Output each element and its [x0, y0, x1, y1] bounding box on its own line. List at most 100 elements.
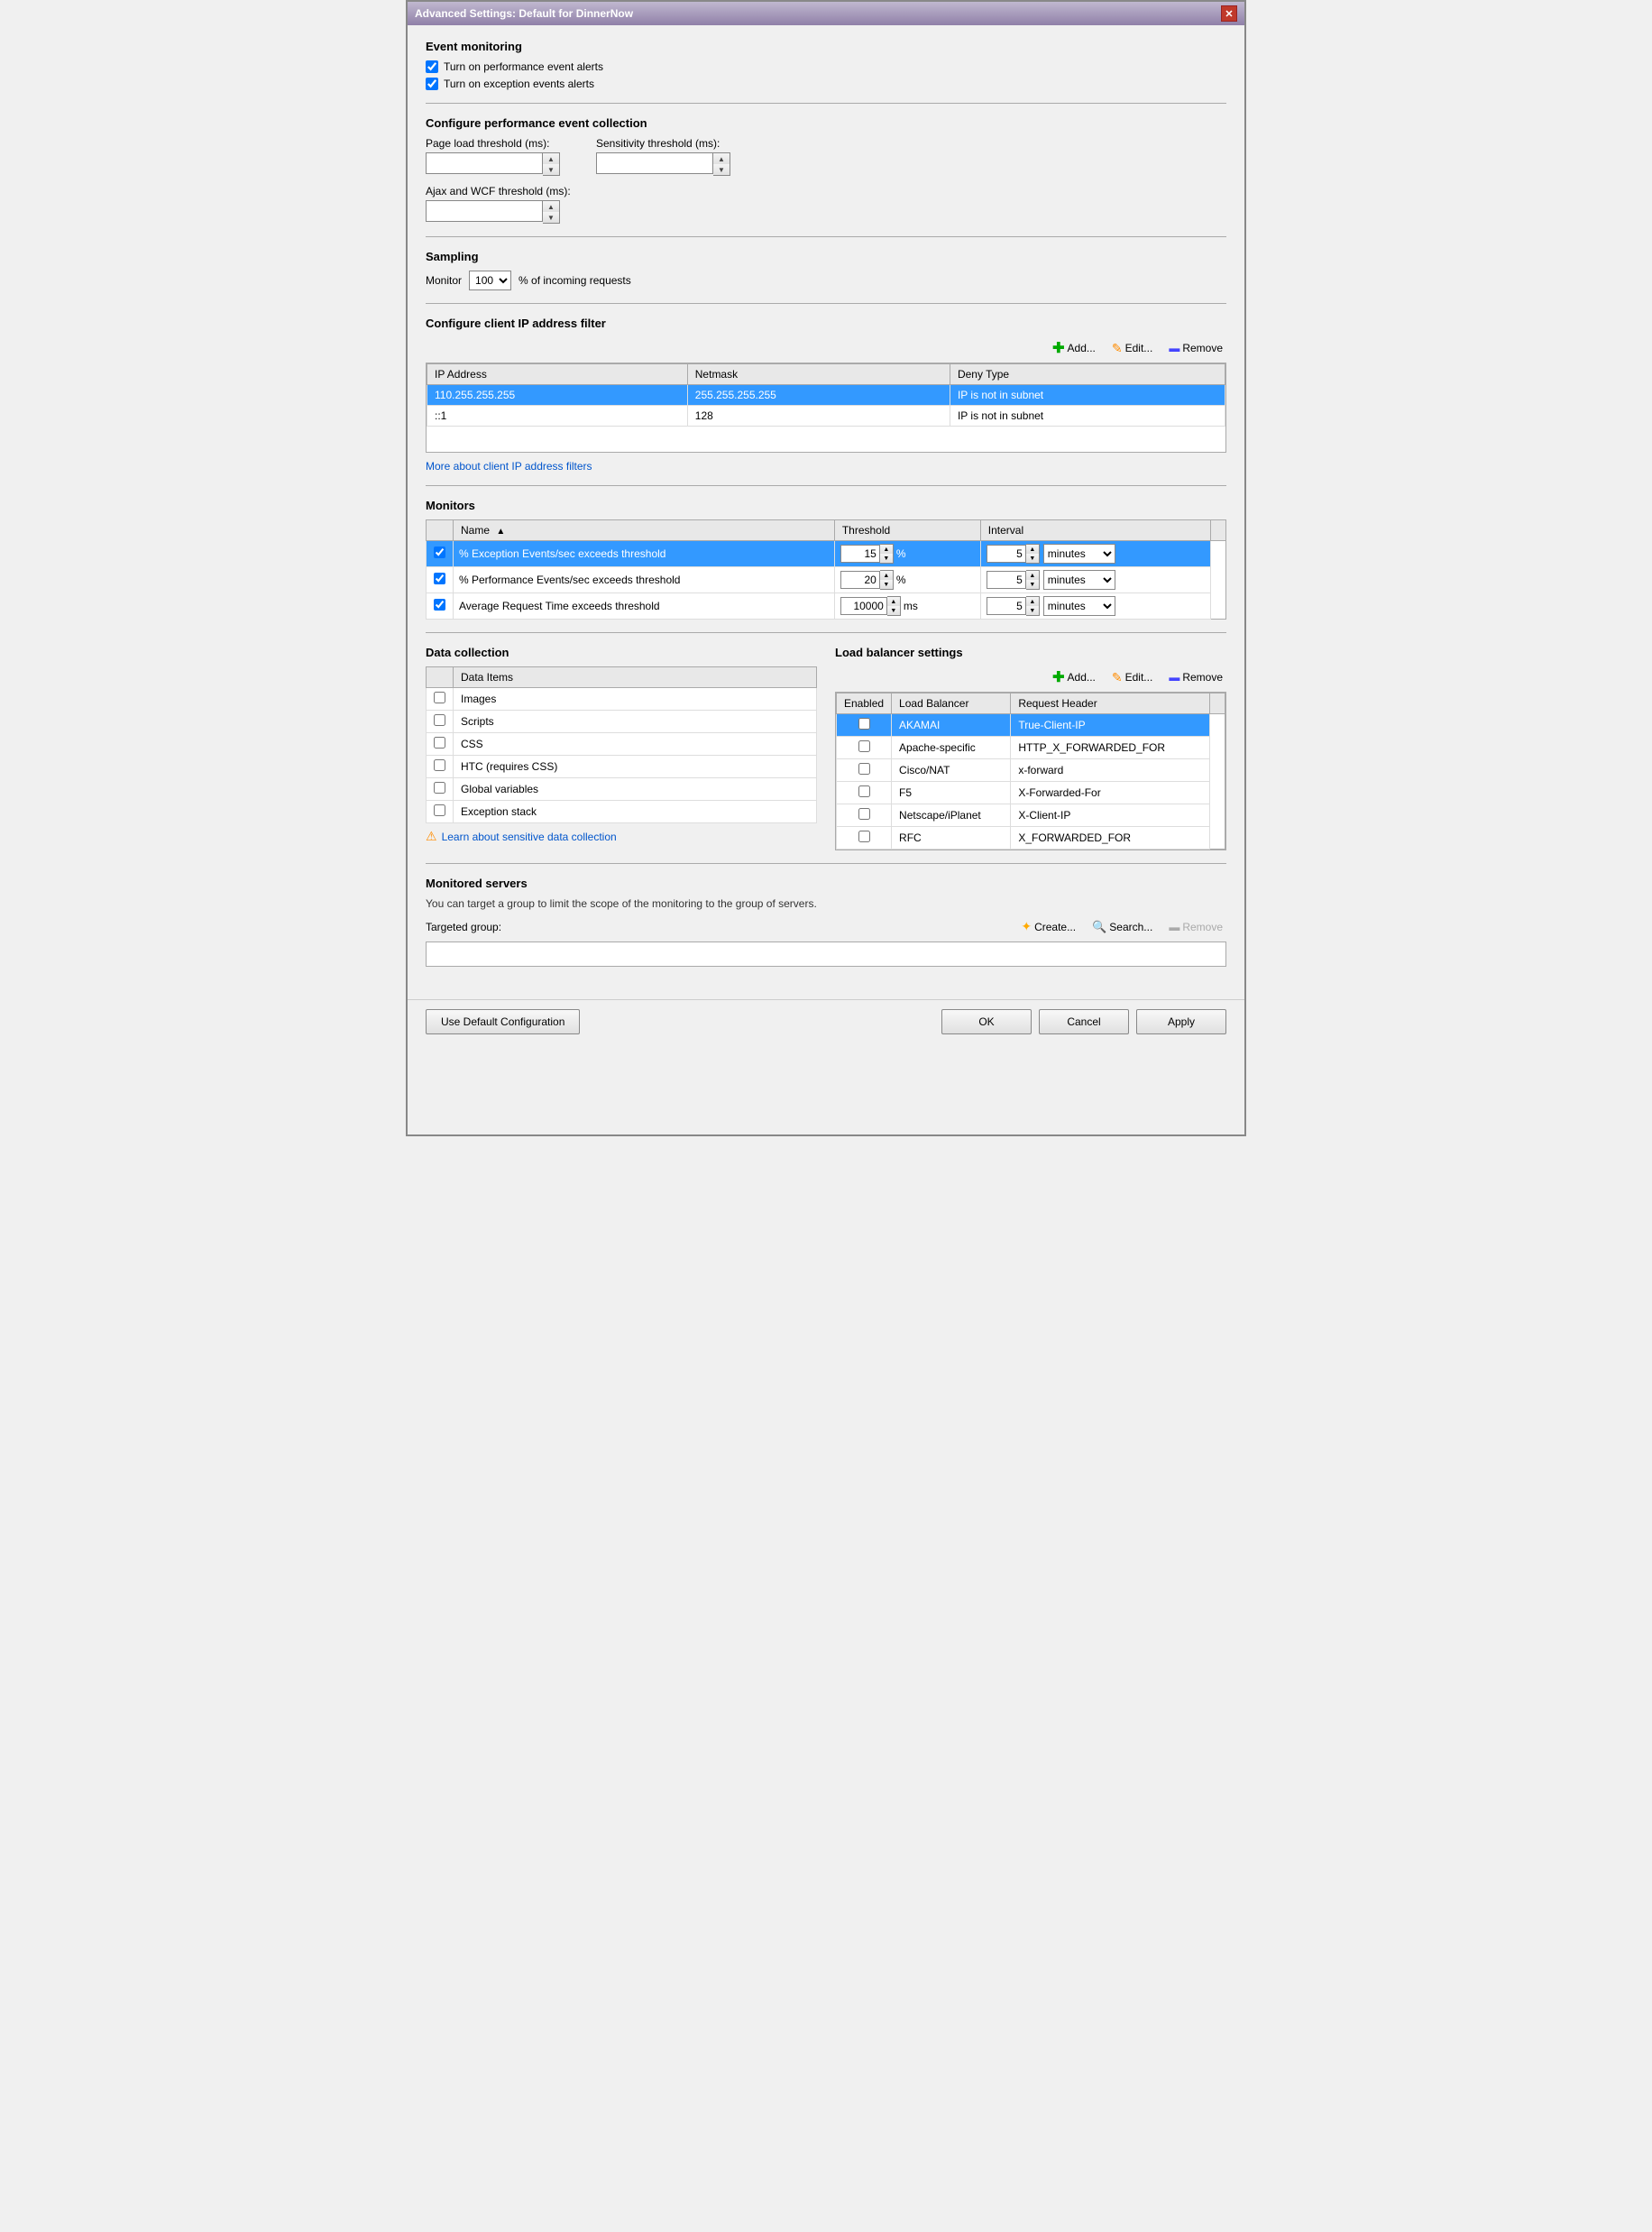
list-item[interactable]: Scripts — [427, 711, 817, 733]
item-checkbox[interactable] — [434, 759, 445, 771]
ok-button[interactable]: OK — [941, 1009, 1032, 1034]
threshold-input[interactable] — [840, 571, 880, 589]
table-row[interactable]: Netscape/iPlanet X-Client-IP — [837, 804, 1225, 827]
lb-add-button[interactable]: ✚ Add... — [1049, 666, 1099, 688]
monitor-row[interactable]: % Exception Events/sec exceeds threshold… — [427, 541, 1226, 567]
interval-down-btn[interactable]: ▼ — [1026, 606, 1039, 615]
table-row[interactable]: RFC X_FORWARDED_FOR — [837, 827, 1225, 850]
remove-button[interactable]: ▬ Remove — [1165, 919, 1226, 935]
item-checkbox[interactable] — [434, 714, 445, 726]
lb-edit-icon: ✎ — [1112, 670, 1123, 685]
monitor-checkbox[interactable] — [434, 547, 445, 558]
table-row[interactable]: Apache-specific HTTP_X_FORWARDED_FOR — [837, 737, 1225, 759]
interval-input[interactable] — [987, 597, 1026, 615]
lb-enabled-checkbox[interactable] — [858, 740, 870, 752]
list-item[interactable]: CSS — [427, 733, 817, 756]
lb-remove-button[interactable]: ▬ Remove — [1165, 669, 1226, 685]
threshold-input[interactable] — [840, 597, 887, 615]
lb-header-cell: X_FORWARDED_FOR — [1011, 827, 1210, 850]
interval-spinner-btns: ▲ ▼ — [1026, 570, 1040, 590]
lb-enabled-checkbox[interactable] — [858, 763, 870, 775]
sampling-section: Sampling Monitor 100 50 25 10 % of incom… — [426, 250, 1226, 290]
monitor-checkbox[interactable] — [434, 599, 445, 611]
search-button[interactable]: 🔍 Search... — [1088, 918, 1156, 936]
monitor-row[interactable]: Average Request Time exceeds threshold ▲… — [427, 593, 1226, 620]
monitor-name-col[interactable]: Name ▲ — [454, 520, 835, 541]
interval-up-btn[interactable]: ▲ — [1026, 571, 1039, 580]
sensitivity-up-btn[interactable]: ▲ — [713, 153, 730, 164]
page-load-down-btn[interactable]: ▼ — [543, 164, 559, 175]
ajax-input[interactable]: 5000 — [426, 200, 543, 222]
page-load-up-btn[interactable]: ▲ — [543, 153, 559, 164]
lb-enabled-checkbox[interactable] — [858, 808, 870, 820]
sensitivity-down-btn[interactable]: ▼ — [713, 164, 730, 175]
lb-enabled-checkbox[interactable] — [858, 785, 870, 797]
lb-enabled-checkbox[interactable] — [858, 831, 870, 842]
ip-remove-button[interactable]: ▬ Remove — [1165, 340, 1226, 356]
ip-table-container: IP Address Netmask Deny Type 110.255.255… — [426, 363, 1226, 453]
interval-input[interactable] — [987, 571, 1026, 589]
ajax-spinner: 5000 ▲ ▼ — [426, 200, 1226, 224]
item-checkbox[interactable] — [434, 804, 445, 816]
interval-unit-select[interactable]: minutes seconds hours — [1043, 596, 1115, 616]
page-load-input[interactable]: 15000 — [426, 152, 543, 174]
item-checkbox[interactable] — [434, 782, 445, 794]
exception-alerts-checkbox[interactable] — [426, 78, 438, 90]
create-button[interactable]: ✦ Create... — [1017, 917, 1079, 936]
lb-enabled-checkbox[interactable] — [858, 718, 870, 730]
lb-name-cell: Netscape/iPlanet — [892, 804, 1011, 827]
ip-edit-label: Edit... — [1125, 342, 1153, 354]
ip-more-link[interactable]: More about client IP address filters — [426, 460, 592, 473]
apply-button[interactable]: Apply — [1136, 1009, 1226, 1034]
threshold-input[interactable] — [840, 545, 880, 563]
monitor-threshold-cell: ▲ ▼ ms — [834, 593, 980, 620]
list-item[interactable]: Global variables — [427, 778, 817, 801]
item-checkbox[interactable] — [434, 692, 445, 703]
table-row[interactable]: ::1 128 IP is not in subnet — [427, 406, 1225, 427]
ip-edit-button[interactable]: ✎ Edit... — [1108, 339, 1156, 358]
interval-up-btn[interactable]: ▲ — [1026, 545, 1039, 554]
table-row[interactable]: F5 X-Forwarded-For — [837, 782, 1225, 804]
item-checkbox[interactable] — [434, 737, 445, 749]
sensitive-link[interactable]: Learn about sensitive data collection — [442, 831, 617, 843]
perf-alerts-checkbox[interactable] — [426, 60, 438, 73]
sampling-title: Sampling — [426, 250, 1226, 263]
table-row[interactable]: Cisco/NAT x-forward — [837, 759, 1225, 782]
interval-up-btn[interactable]: ▲ — [1026, 597, 1039, 606]
sort-arrow-icon: ▲ — [496, 527, 505, 537]
monitor-row[interactable]: % Performance Events/sec exceeds thresho… — [427, 567, 1226, 593]
monitor-checkbox[interactable] — [434, 573, 445, 584]
ip-add-label: Add... — [1068, 342, 1096, 354]
table-row[interactable]: 110.255.255.255 255.255.255.255 IP is no… — [427, 385, 1225, 406]
ajax-down-btn[interactable]: ▼ — [543, 212, 559, 223]
list-item[interactable]: HTC (requires CSS) — [427, 756, 817, 778]
threshold-down-btn[interactable]: ▼ — [887, 606, 900, 615]
close-button[interactable]: ✕ — [1221, 5, 1237, 22]
table-row[interactable]: AKAMAI True-Client-IP — [837, 714, 1225, 737]
interval-down-btn[interactable]: ▼ — [1026, 554, 1039, 563]
ajax-up-btn[interactable]: ▲ — [543, 201, 559, 212]
use-default-button[interactable]: Use Default Configuration — [426, 1009, 580, 1034]
ip-remove-label: Remove — [1182, 342, 1223, 354]
cancel-button[interactable]: Cancel — [1039, 1009, 1129, 1034]
threshold-down-btn[interactable]: ▼ — [880, 580, 893, 589]
netmask-cell: 128 — [687, 406, 950, 427]
sampling-select[interactable]: 100 50 25 10 — [469, 271, 511, 290]
lb-edit-button[interactable]: ✎ Edit... — [1108, 668, 1156, 687]
sensitivity-input[interactable]: 3000 — [596, 152, 713, 174]
threshold-down-btn[interactable]: ▼ — [880, 554, 893, 563]
targeted-group-input[interactable] — [426, 941, 1226, 967]
threshold-up-btn[interactable]: ▲ — [880, 571, 893, 580]
threshold-up-btn[interactable]: ▲ — [880, 545, 893, 554]
interval-unit-select[interactable]: minutes seconds hours — [1043, 544, 1115, 564]
threshold-unit: % — [896, 574, 906, 586]
threshold-up-btn[interactable]: ▲ — [887, 597, 900, 606]
interval-down-btn[interactable]: ▼ — [1026, 580, 1039, 589]
list-item[interactable]: Images — [427, 688, 817, 711]
interval-input[interactable] — [987, 545, 1026, 563]
ip-add-button[interactable]: ✚ Add... — [1049, 337, 1099, 359]
list-item[interactable]: Exception stack — [427, 801, 817, 823]
interval-unit-select[interactable]: minutes seconds hours — [1043, 570, 1115, 590]
targeted-group-label: Targeted group: — [426, 921, 501, 933]
page-load-spinner: 15000 ▲ ▼ — [426, 152, 560, 176]
